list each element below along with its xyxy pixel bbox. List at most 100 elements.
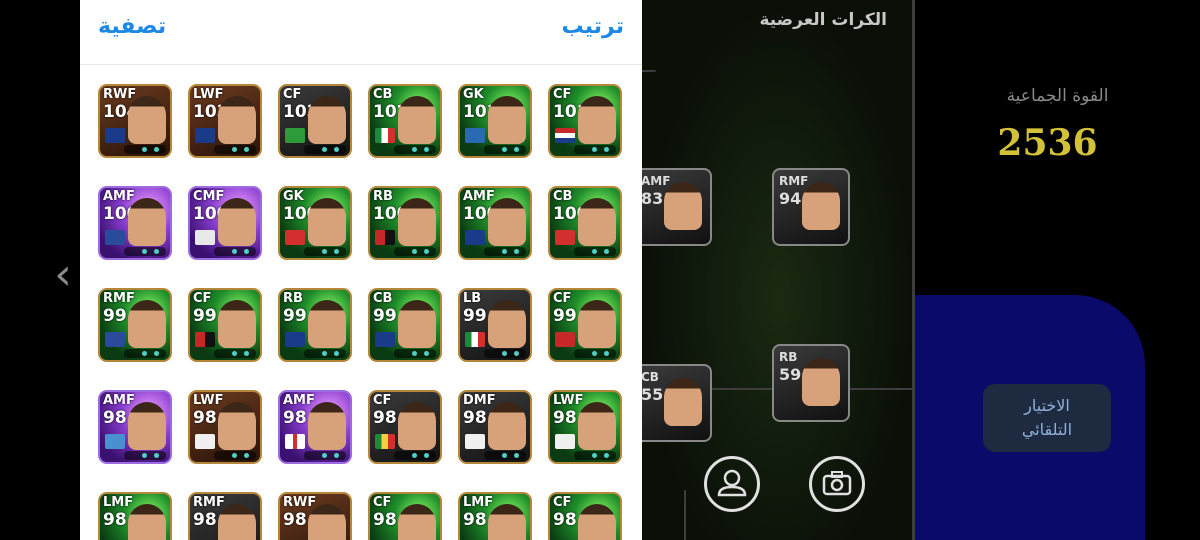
- club-badge: [285, 230, 305, 245]
- card-skill-dots: [574, 145, 616, 154]
- player-card[interactable]: AMF 100: [98, 186, 172, 260]
- formation-player-card[interactable]: CB 55: [642, 364, 712, 442]
- player-card[interactable]: RMF 98: [188, 492, 262, 540]
- card-position: RMF: [103, 291, 135, 306]
- player-card[interactable]: LWF 98: [548, 390, 622, 464]
- card-position: LWF: [553, 393, 584, 408]
- card-rating: 98: [373, 408, 397, 428]
- player-photo: [128, 198, 166, 246]
- club-badge: [105, 128, 125, 143]
- flag-england-icon: [285, 434, 305, 449]
- player-photo: [664, 182, 702, 230]
- formation-player-card[interactable]: RB 59: [772, 344, 850, 422]
- player-card[interactable]: CF 98: [368, 492, 442, 540]
- player-card[interactable]: CB 102: [368, 84, 442, 158]
- filter-button[interactable]: تصفية: [98, 14, 166, 39]
- player-card[interactable]: LMF 98: [458, 492, 532, 540]
- player-card[interactable]: DMF 98: [458, 390, 532, 464]
- player-photo: [308, 504, 346, 540]
- card-position: GK: [463, 87, 484, 102]
- card-skill-dots: [574, 247, 616, 256]
- section-title: الكرات العرضية: [759, 10, 887, 30]
- card-skill-dots: [214, 451, 256, 460]
- player-card[interactable]: CMF 100: [188, 186, 262, 260]
- player-card[interactable]: GK 100: [278, 186, 352, 260]
- player-card[interactable]: CF 98: [548, 492, 622, 540]
- card-rating: 98: [283, 510, 307, 530]
- card-skill-dots: [124, 349, 166, 358]
- card-skill-dots: [304, 349, 346, 358]
- player-card[interactable]: CF 99: [548, 288, 622, 362]
- player-photo: [488, 96, 526, 144]
- player-card[interactable]: LWF 103: [188, 84, 262, 158]
- card-position: CB: [553, 189, 573, 204]
- player-card[interactable]: LMF 98: [98, 492, 172, 540]
- sort-button[interactable]: ترتيب: [562, 14, 624, 39]
- player-card[interactable]: RMF 99: [98, 288, 172, 362]
- player-card[interactable]: AMF 98: [98, 390, 172, 464]
- club-badge: [195, 332, 215, 347]
- card-skill-dots: [484, 145, 526, 154]
- card-rating: 55: [642, 385, 664, 404]
- card-position: CB: [642, 370, 659, 384]
- player-card[interactable]: CF 103: [278, 84, 352, 158]
- club-badge: [555, 332, 575, 347]
- card-position: GK: [283, 189, 304, 204]
- player-select-button[interactable]: [704, 456, 760, 512]
- card-skill-dots: [304, 145, 346, 154]
- player-photo: [578, 402, 616, 450]
- auto-select-button[interactable]: الاختيار التلقائي: [983, 384, 1111, 452]
- card-rating: 99: [103, 306, 127, 326]
- player-card[interactable]: CF 98: [368, 390, 442, 464]
- card-skill-dots: [124, 145, 166, 154]
- card-position: LWF: [193, 87, 224, 102]
- panel-header: تصفية ترتيب: [80, 0, 642, 65]
- player-card[interactable]: RB 100: [368, 186, 442, 260]
- player-card[interactable]: RB 99: [278, 288, 352, 362]
- chevron-left-icon[interactable]: ‹: [48, 250, 78, 300]
- player-card[interactable]: AMF 100: [458, 186, 532, 260]
- player-card[interactable]: RWF 98: [278, 492, 352, 540]
- player-photo: [488, 504, 526, 540]
- card-skill-dots: [214, 145, 256, 154]
- player-card[interactable]: AMF 98: [278, 390, 352, 464]
- club-badge: [375, 332, 395, 347]
- card-rating: 98: [193, 510, 217, 530]
- card-rating: 98: [553, 408, 577, 428]
- player-photo: [802, 358, 840, 406]
- formation-player-card[interactable]: RMF 94: [772, 168, 850, 246]
- player-photo: [218, 198, 256, 246]
- card-position: CF: [193, 291, 212, 306]
- player-card[interactable]: CB 100: [548, 186, 622, 260]
- player-photo: [802, 182, 840, 230]
- team-summary-panel: القوة الجماعية 2536 الاختيار التلقائي: [915, 0, 1200, 540]
- card-position: RWF: [283, 495, 317, 510]
- player-card[interactable]: LWF 98: [188, 390, 262, 464]
- card-rating: 98: [283, 408, 307, 428]
- player-card[interactable]: CF 99: [188, 288, 262, 362]
- club-badge: [555, 434, 575, 449]
- card-rating: 99: [373, 306, 397, 326]
- formation-player-card[interactable]: AMF 83: [642, 168, 712, 246]
- card-position: LMF: [463, 495, 494, 510]
- player-card[interactable]: LB 99: [458, 288, 532, 362]
- player-card[interactable]: CF 101: [548, 84, 622, 158]
- card-rating: 83: [642, 189, 664, 208]
- player-photo: [308, 96, 346, 144]
- club-badge: [465, 230, 485, 245]
- club-badge: [555, 230, 575, 245]
- card-skill-dots: [574, 349, 616, 358]
- card-rating: 94: [779, 189, 802, 208]
- club-badge: [285, 332, 305, 347]
- card-rating: 98: [193, 408, 217, 428]
- card-position: CF: [373, 495, 392, 510]
- player-card[interactable]: CB 99: [368, 288, 442, 362]
- camera-button[interactable]: [809, 456, 865, 512]
- card-position: DMF: [463, 393, 496, 408]
- player-card[interactable]: RWF 104: [98, 84, 172, 158]
- player-card[interactable]: GK 101: [458, 84, 532, 158]
- player-photo: [664, 378, 702, 426]
- card-skill-dots: [394, 247, 436, 256]
- card-skill-dots: [394, 145, 436, 154]
- club-badge: [465, 128, 485, 143]
